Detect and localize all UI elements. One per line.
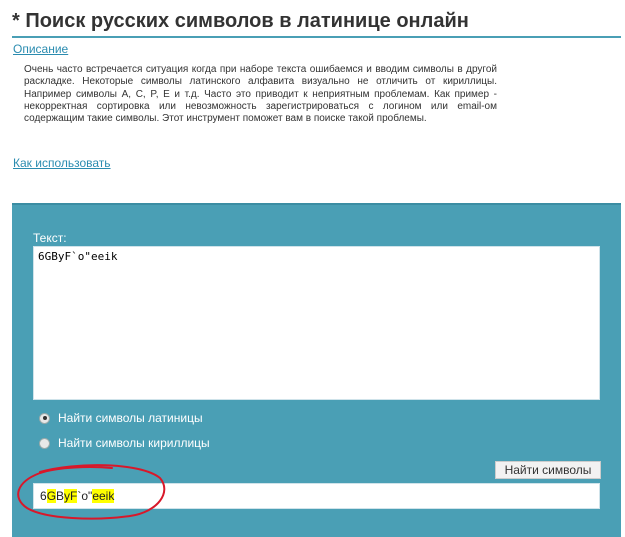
radio-find-cyrillic[interactable]: Найти символы кириллицы bbox=[39, 435, 210, 451]
description-link[interactable]: Описание bbox=[13, 42, 68, 56]
radio-latin-label: Найти символы латиницы bbox=[58, 411, 203, 425]
result-segment: B bbox=[56, 489, 65, 503]
radio-cyrillic-button[interactable] bbox=[39, 437, 50, 449]
radio-find-latin[interactable]: Найти символы латиницы bbox=[39, 410, 203, 426]
tool-panel: Текст: 6GByF`o"eeik Найти символы латини… bbox=[12, 203, 621, 537]
page-title: * Поиск русских символов в латинице онла… bbox=[12, 10, 469, 32]
result-highlighted-segment: eeik bbox=[92, 489, 115, 503]
find-symbols-button[interactable]: Найти символы bbox=[495, 461, 601, 479]
result-segment: `o" bbox=[77, 489, 93, 503]
result-highlighted-segment: G bbox=[46, 489, 57, 503]
how-to-use-link[interactable]: Как использовать bbox=[13, 156, 111, 170]
radio-cyrillic-label: Найти символы кириллицы bbox=[58, 436, 210, 450]
radio-latin-button[interactable] bbox=[39, 412, 50, 424]
result-highlighted-segment: yF bbox=[64, 489, 78, 503]
title-divider bbox=[12, 36, 621, 38]
description-text: Очень часто встречается ситуация когда п… bbox=[24, 64, 497, 125]
text-input[interactable]: 6GByF`o"eeik bbox=[33, 246, 600, 400]
result-output: 6GByF`o"eeik bbox=[33, 483, 600, 509]
text-field-label: Текст: bbox=[33, 231, 67, 245]
result-segment: 6 bbox=[40, 489, 47, 503]
